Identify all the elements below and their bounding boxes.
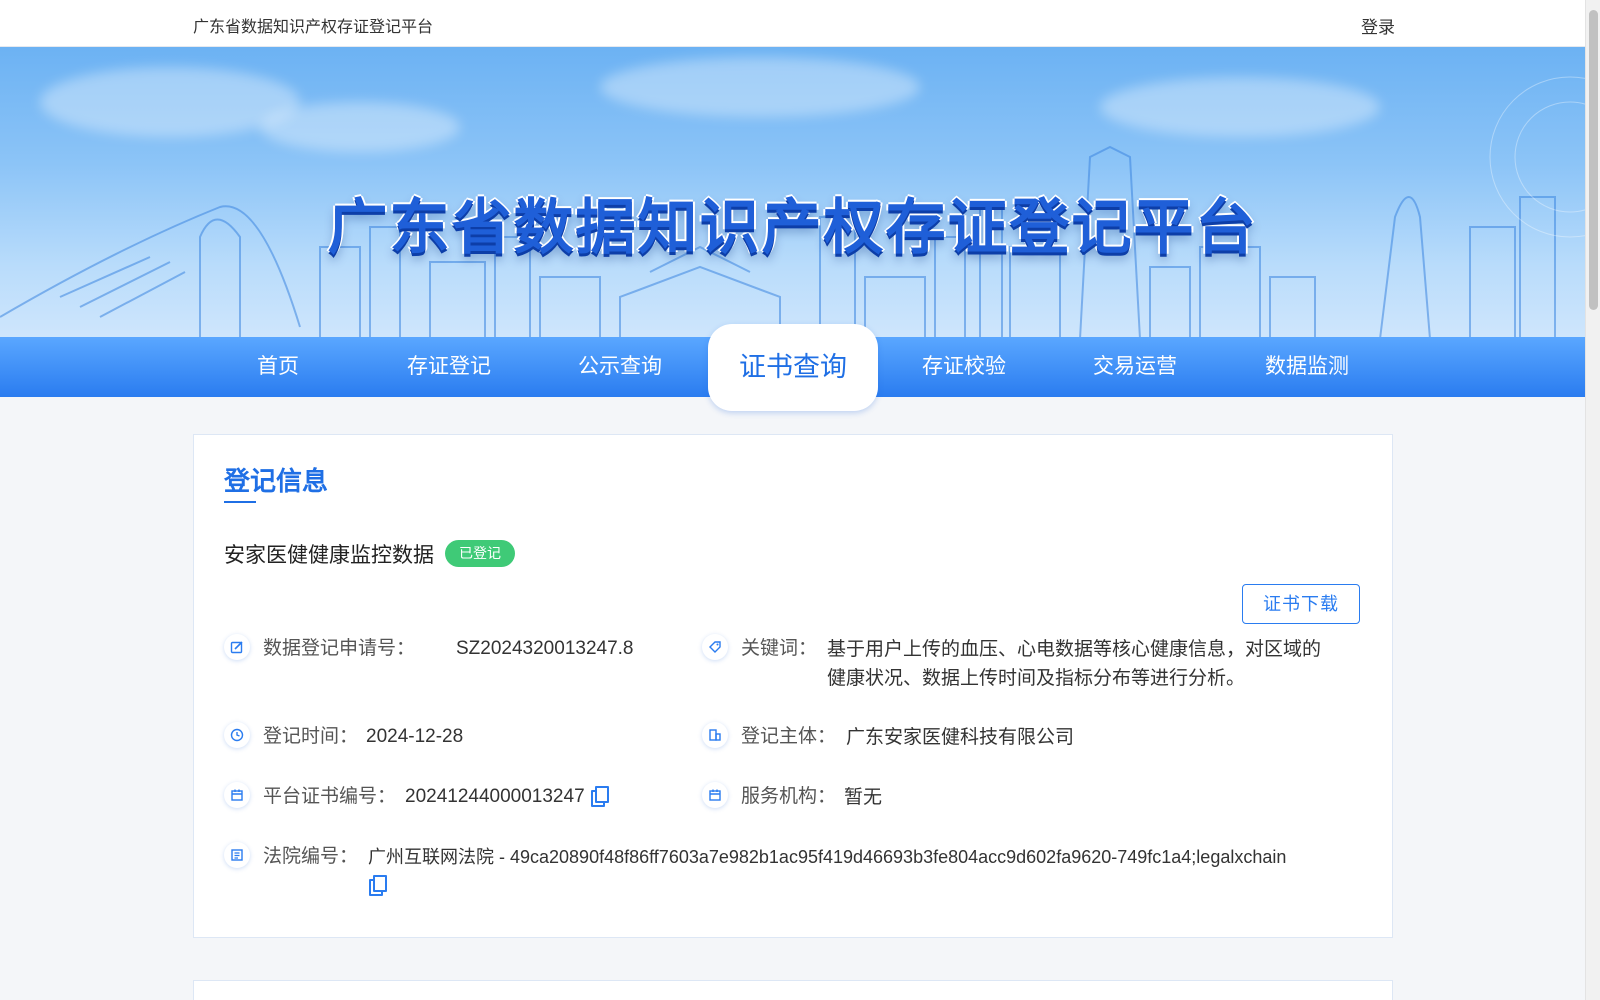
court-no-label: 法院编号： [263, 846, 359, 867]
nav-item-trading[interactable]: 交易运营 [1050, 337, 1220, 397]
calendar-icon [224, 782, 250, 808]
organization-icon [702, 722, 728, 748]
login-link[interactable]: 登录 [1361, 13, 1395, 38]
copy-cert-no-icon[interactable] [590, 786, 609, 807]
keywords-value-line2: 健康状况、数据上传时间及指标分布等进行分析。 [827, 667, 1246, 689]
apply-no-value: SZ2024320013247.8 [456, 638, 634, 659]
service-org-label: 服务机构： [741, 786, 837, 807]
field-apply-no: 数据登记申请号： SZ2024320013247.8 [224, 634, 664, 664]
section-title: 登记信息 [224, 466, 329, 496]
main-nav: 首页 存证登记 公示查询 证书查询 存证校验 交易运营 数据监测 [0, 324, 1585, 411]
certificate-download-button[interactable]: 证书下载 [1242, 584, 1360, 624]
registration-info-panel: 登记信息 安家医健健康监控数据 已登记 证书下载 数据登记申请号： SZ2024… [193, 434, 1393, 938]
hero-banner: 广东省数据知识产权存证登记平台 [0, 47, 1585, 339]
nav-item-public-query[interactable]: 公示查询 [535, 337, 705, 397]
document-list-icon [224, 842, 250, 868]
court-no-prefix: 广州互联网法院 [368, 847, 494, 868]
section-title-underline [224, 501, 256, 503]
field-court-no: 法院编号： 广州互联网法院 - 49ca20890f48f86ff7603a7e… [224, 842, 1364, 902]
apply-no-label: 数据登记申请号： [263, 638, 416, 659]
field-cert-no: 平台证书编号： 20241244000013247 [224, 782, 684, 812]
top-bar: 广东省数据知识产权存证登记平台 登录 [0, 0, 1585, 47]
banner-title: 广东省数据知识产权存证登记平台 [327, 193, 1258, 263]
clock-icon [224, 722, 250, 748]
nav-item-home[interactable]: 首页 [193, 337, 363, 397]
cert-no-value: 20241244000013247 [405, 786, 585, 807]
field-keywords: 关键词： 基于用户上传的血压、心电数据等核心健康信息，对区域的 健康状况、数据上… [702, 634, 1362, 694]
site-name: 广东省数据知识产权存证登记平台 [193, 19, 434, 36]
nav-item-monitoring[interactable]: 数据监测 [1222, 337, 1392, 397]
next-panel [193, 980, 1393, 1000]
scrollbar-thumb[interactable] [1589, 10, 1598, 310]
field-service-org: 服务机构： 暂无 [702, 782, 1362, 812]
calendar-icon [702, 782, 728, 808]
nav-item-register[interactable]: 存证登记 [364, 337, 534, 397]
field-reg-time: 登记时间： 2024-12-28 [224, 722, 664, 752]
reg-time-label: 登记时间： [263, 726, 359, 747]
scrollbar[interactable] [1585, 0, 1600, 1000]
record-name: 安家医健健康监控数据 [224, 544, 434, 567]
copy-court-no-icon[interactable] [369, 875, 387, 896]
keywords-label: 关键词： [741, 638, 818, 659]
keywords-value-line1: 基于用户上传的血压、心电数据等核心健康信息，对区域的 [827, 638, 1322, 660]
nav-item-verify[interactable]: 存证校验 [879, 337, 1049, 397]
cert-no-label: 平台证书编号： [263, 786, 397, 807]
nav-item-certificate-query[interactable]: 证书查询 [708, 324, 878, 411]
court-no-value: - 49ca20890f48f86ff7603a7e982b1ac95f419d… [494, 847, 1287, 867]
reg-subject-value: 广东安家医健科技有限公司 [846, 726, 1075, 748]
reg-subject-label: 登记主体： [741, 726, 837, 747]
field-reg-subject: 登记主体： 广东安家医健科技有限公司 [702, 722, 1362, 752]
reg-time-value: 2024-12-28 [366, 726, 464, 747]
status-badge: 已登记 [445, 540, 515, 567]
edit-icon [224, 634, 250, 660]
tag-icon [702, 634, 728, 660]
service-org-value: 暂无 [844, 786, 883, 808]
